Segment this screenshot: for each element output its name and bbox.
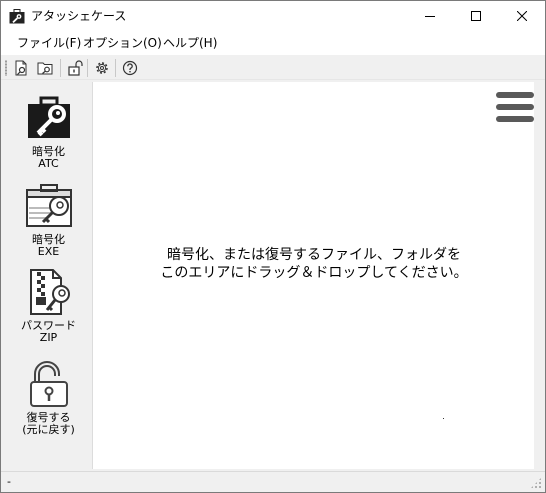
- zip-key-icon: [29, 269, 70, 315]
- menu-file[interactable]: ファイル(F): [17, 36, 81, 50]
- encrypt-exe-button[interactable]: 暗号化 EXE: [5, 182, 92, 262]
- hamburger-bar: [496, 104, 534, 110]
- toolbar: [1, 55, 545, 80]
- hamburger-bar: [496, 116, 534, 122]
- password-zip-button[interactable]: パスワード ZIP: [5, 268, 92, 348]
- app-window: アタッシェケース ファイル(F) オプション(O) ヘルプ(H) 暗号化 ATC…: [0, 0, 546, 493]
- window-title: アタッシェケース: [31, 9, 127, 23]
- status-bar: -: [1, 471, 545, 492]
- hamburger-menu-icon[interactable]: [496, 92, 534, 124]
- side-panel: 暗号化 ATC 暗号化 EXE パスワード ZIP 復号する (元に戻す): [5, 82, 92, 469]
- close-icon: [517, 11, 527, 21]
- password-zip-label: パスワード ZIP: [21, 319, 76, 344]
- lock-icon: [68, 60, 83, 76]
- decrypt-folder-icon: [37, 62, 53, 75]
- toolbar-separator: [87, 59, 88, 77]
- close-button[interactable]: [499, 1, 545, 31]
- minimize-icon: [425, 16, 435, 17]
- title-bar[interactable]: アタッシェケース: [1, 1, 545, 31]
- menu-options[interactable]: オプション(O): [83, 36, 162, 50]
- toolbar-encrypt-button[interactable]: [11, 58, 31, 78]
- status-text: -: [7, 475, 11, 488]
- toolbar-separator: [115, 59, 116, 77]
- maximize-button[interactable]: [453, 1, 499, 31]
- menu-help[interactable]: ヘルプ(H): [163, 36, 217, 50]
- toolbar-decrypt-button[interactable]: [35, 58, 55, 78]
- encrypt-atc-label: 暗号化 ATC: [32, 145, 65, 170]
- toolbar-separator: [60, 59, 61, 77]
- toolbar-settings-button[interactable]: [92, 58, 112, 78]
- briefcase-key-icon: [27, 96, 70, 138]
- encrypt-file-icon: [15, 60, 27, 76]
- minimize-button[interactable]: [407, 1, 453, 31]
- menu-bar: ファイル(F) オプション(O) ヘルプ(H): [1, 31, 545, 55]
- toolbar-grip[interactable]: [5, 60, 7, 76]
- settings-gear-icon: [96, 62, 108, 74]
- padlock-open-icon: [29, 361, 68, 407]
- resize-grip-icon[interactable]: [530, 477, 542, 489]
- app-logo-icon: [9, 9, 25, 24]
- box-key-icon: [25, 184, 72, 227]
- decrypt-button[interactable]: 復号する (元に戻す): [5, 360, 92, 450]
- help-icon: [122, 60, 138, 76]
- toolbar-help-button[interactable]: [120, 58, 140, 78]
- decrypt-label: 復号する (元に戻す): [22, 411, 75, 436]
- encrypt-atc-button[interactable]: 暗号化 ATC: [5, 94, 92, 174]
- maximize-icon: [471, 11, 481, 21]
- stray-dot: [443, 418, 444, 419]
- hamburger-bar: [496, 92, 534, 98]
- toolbar-lock-button[interactable]: [65, 58, 85, 78]
- encrypt-exe-label: 暗号化 EXE: [32, 233, 65, 258]
- drop-area[interactable]: 暗号化、または復号するファイル、フォルダを このエリアにドラッグ＆ドロップしてく…: [92, 82, 534, 469]
- drop-instruction-text: 暗号化、または復号するファイル、フォルダを このエリアにドラッグ＆ドロップしてく…: [160, 247, 468, 281]
